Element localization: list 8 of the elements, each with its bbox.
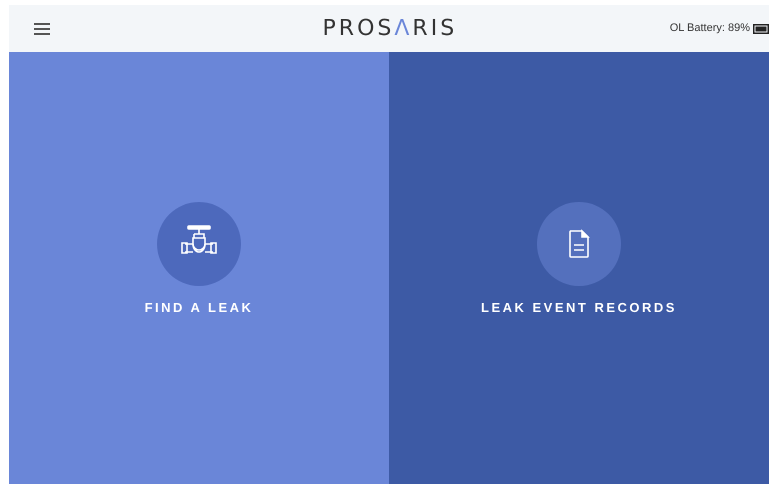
menu-tile[interactable]: LEAK EVENT RECORDS [389, 52, 769, 484]
battery-icon [753, 24, 769, 34]
document-icon [568, 229, 590, 259]
menu-icon[interactable] [34, 22, 50, 34]
battery-status: OL Battery: 89% [670, 21, 750, 36]
menu-tile[interactable]: FIND A LEAK [9, 52, 389, 484]
tile-label: FIND A LEAK [144, 299, 254, 317]
tile-label: LEAK EVENT RECORDS [481, 299, 677, 317]
